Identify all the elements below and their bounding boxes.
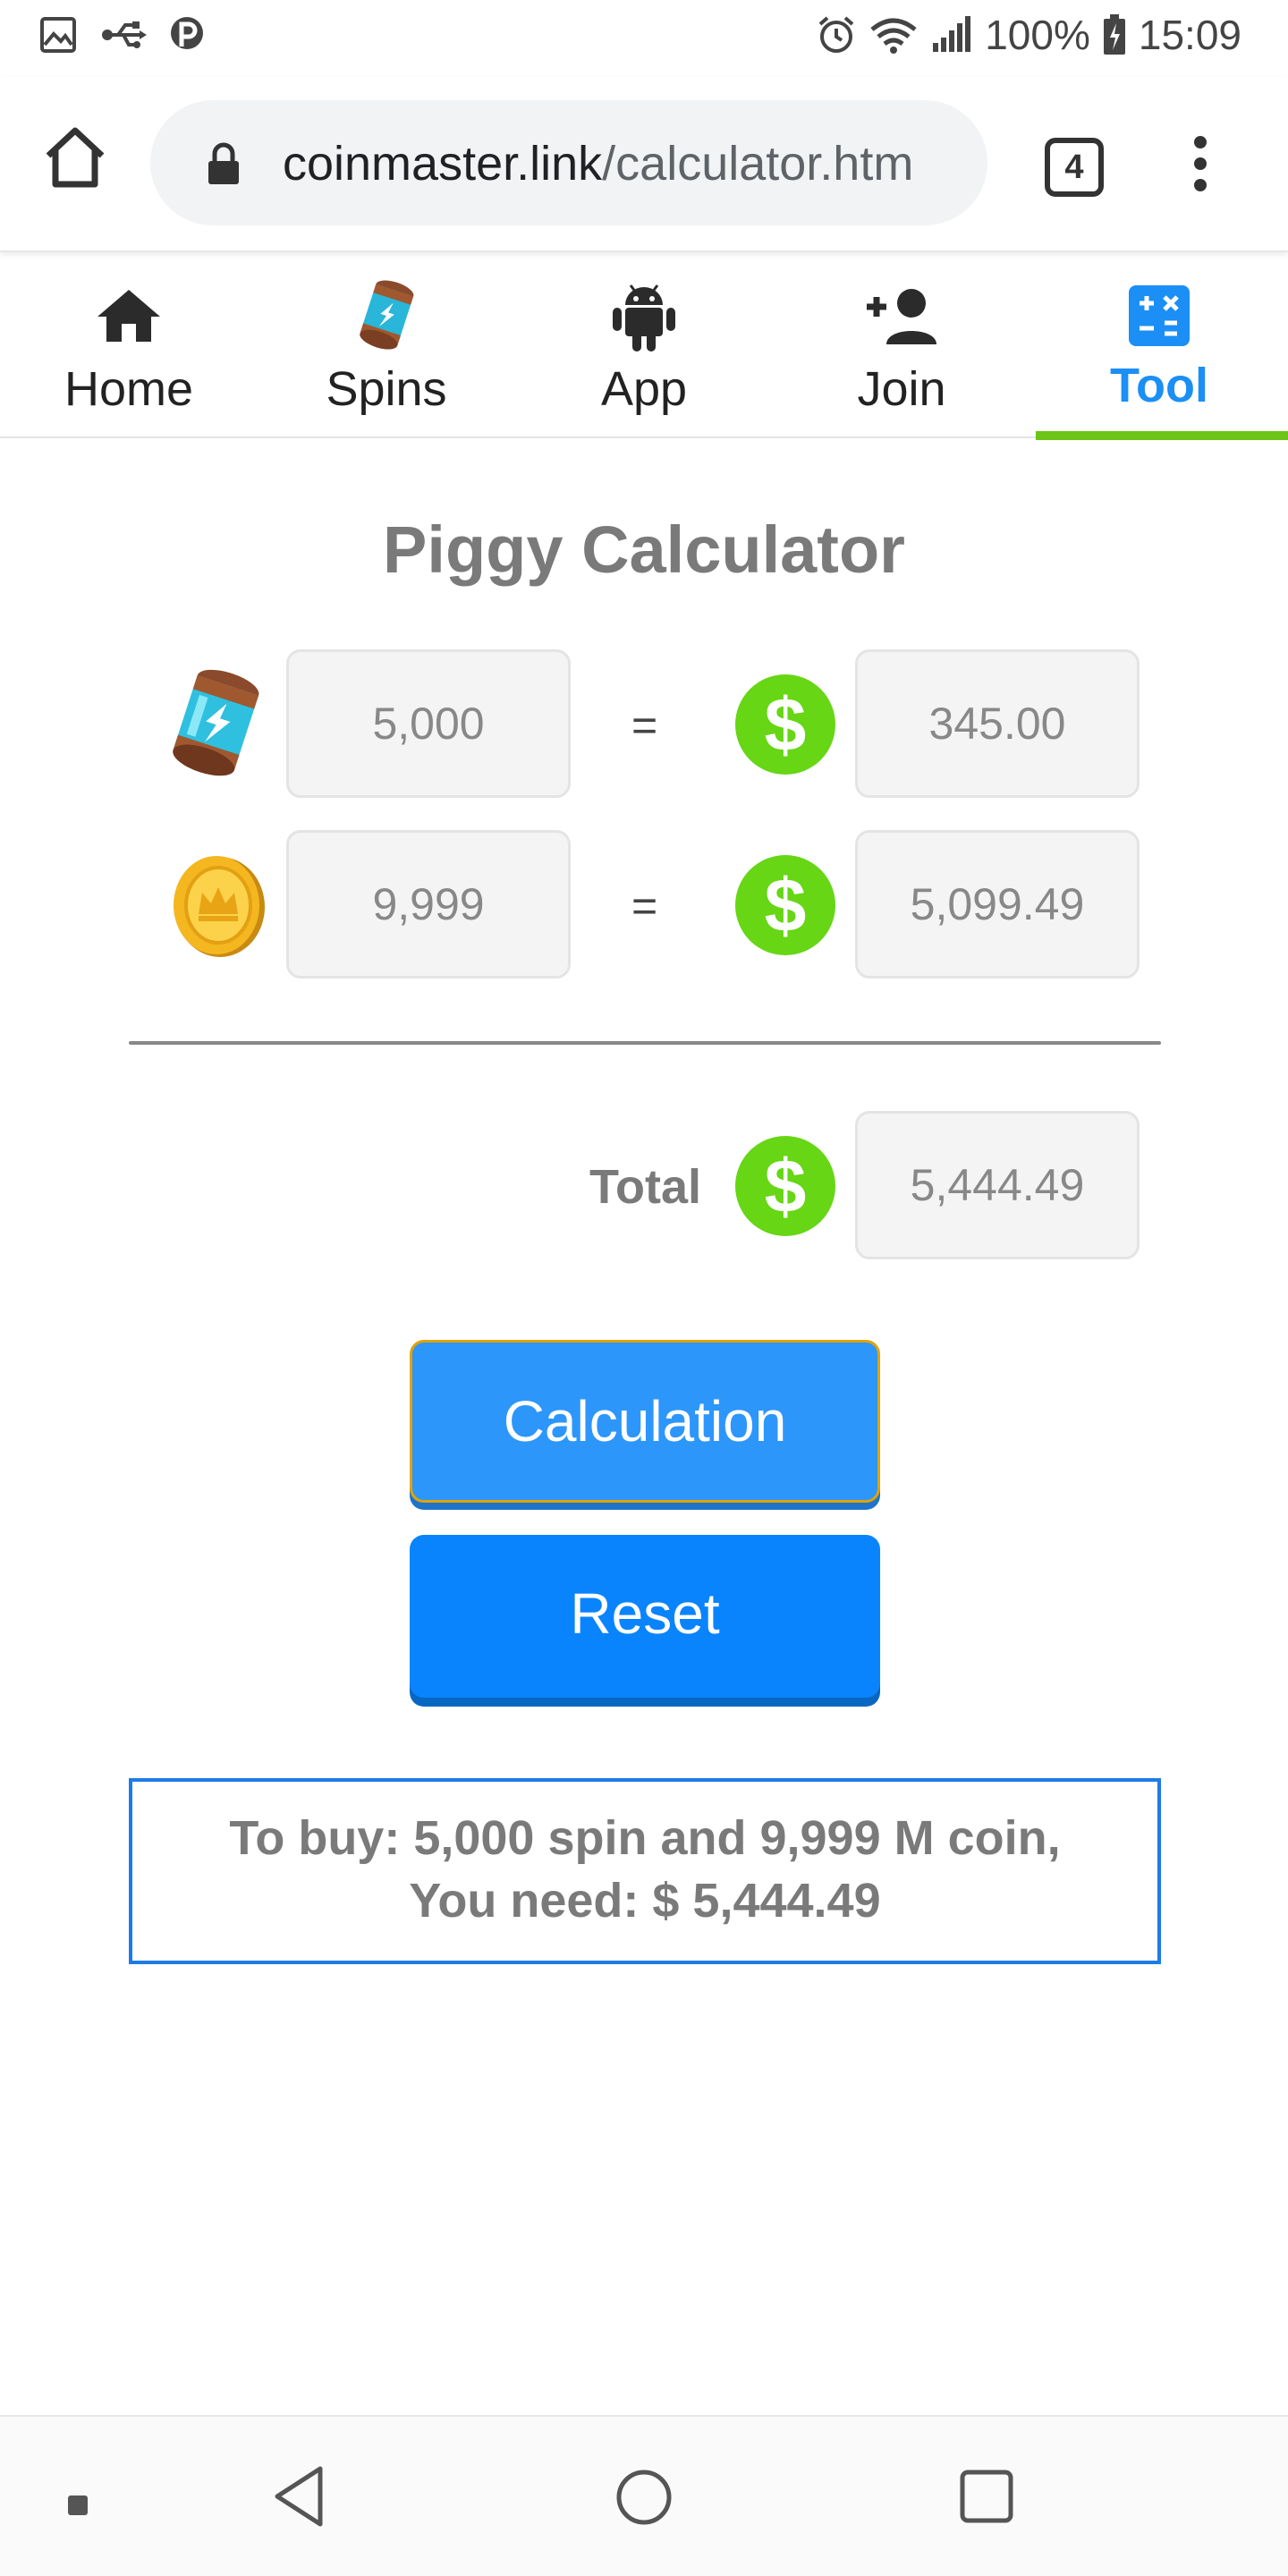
address-bar[interactable]: coinmaster.link/calculator.htm [150,100,987,225]
system-nav-bar [0,2415,1288,2576]
nav-spins[interactable]: Spins [258,254,515,438]
coin-icon [174,856,265,957]
dollar-icon: $ [735,1136,835,1236]
nav-spins-label: Spins [326,362,447,416]
android-icon [613,284,675,352]
browser-toolbar: coinmaster.link/calculator.htm 4 [0,77,1288,252]
keyboard-dot-icon[interactable] [68,2496,88,2515]
nav-join-label: Join [857,362,946,416]
dollar-icon: $ [735,674,835,775]
site-nav: Home Spins App Join Tool [0,254,1288,440]
spins-price-output[interactable]: 345.00 [855,649,1140,798]
spin-energy-icon [360,280,414,350]
home-icon [97,290,160,342]
lock-icon [208,142,239,184]
tab-switcher-button[interactable]: 4 [1045,138,1104,197]
battery-percent: 100% [985,12,1090,58]
page-title: Piggy Calculator [383,513,905,587]
nav-join[interactable]: Join [773,254,1030,438]
reset-button[interactable]: Reset [410,1535,880,1698]
gallery-icon [40,17,76,53]
clock: 15:09 [1138,12,1241,58]
nav-tool[interactable]: Tool [1030,254,1288,440]
equals-sign: = [631,881,658,931]
browser-menu-button[interactable] [1182,136,1218,199]
browser-home-button[interactable] [39,122,111,193]
add-user-icon [867,289,936,344]
coins-amount-input[interactable]: 9,999 [286,830,571,979]
wifi-icon [870,18,917,54]
status-left-icons [39,16,204,54]
coins-price-output[interactable]: 5,099.49 [855,830,1140,979]
status-bar: 100% 15:09 [0,0,1288,77]
spins-amount-input[interactable]: 5,000 [286,649,571,798]
home-circle-icon[interactable] [615,2469,673,2526]
url-host: coinmaster.link [283,137,603,191]
nav-tool-label: Tool [1110,359,1208,412]
total-label: Total [589,1160,701,1214]
total-output[interactable]: 5,444.49 [855,1111,1140,1259]
status-right: 100% 15:09 [817,11,1241,59]
result-box: To buy: 5,000 spin and 9,999 M coin, You… [129,1778,1161,1964]
divider [129,1041,1161,1045]
battery-charging-icon [1103,14,1125,55]
nav-app[interactable]: App [515,254,773,438]
back-icon[interactable] [272,2465,326,2528]
url-path: /calculator.htm [602,137,914,191]
app-p-icon [171,17,203,49]
calculation-button[interactable]: Calculation [410,1340,880,1503]
result-line-1: To buy: 5,000 spin and 9,999 M coin, [229,1811,1061,1865]
nav-home-label: Home [64,362,194,416]
dollar-icon: $ [735,855,835,955]
calculator-icon [1129,285,1190,346]
alarm-icon [818,16,854,53]
equals-sign: = [631,700,658,750]
nav-home[interactable]: Home [0,254,258,438]
result-line-2: You need: $ 5,444.49 [409,1874,881,1928]
nav-app-label: App [600,362,688,416]
usb-icon [102,21,147,48]
spin-energy-icon [173,669,259,776]
home-outline-icon [46,127,105,188]
signal-icon [933,16,971,52]
recents-icon[interactable] [959,2469,1014,2524]
url-text: coinmaster.link/calculator.htm [283,136,913,191]
